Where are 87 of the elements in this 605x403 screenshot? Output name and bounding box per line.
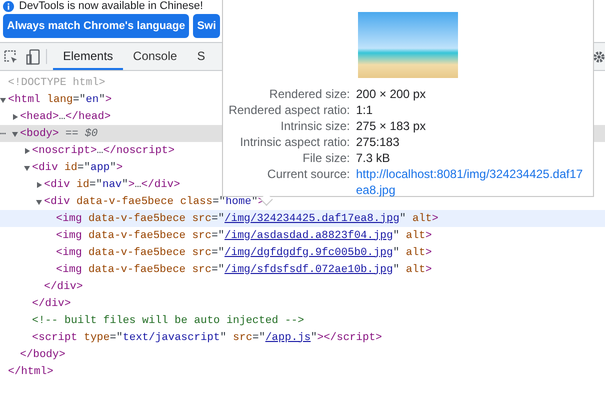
attribute-name: lang xyxy=(46,94,73,106)
property-label: Rendered size: xyxy=(268,86,350,102)
attribute-name: data-v-fae5bece xyxy=(75,196,174,208)
code-punctuation: " xyxy=(110,162,116,174)
code-punctuation: =" xyxy=(212,246,224,258)
html-tag: <head> xyxy=(20,110,59,122)
html-tag: </head> xyxy=(65,110,111,122)
html-tag: <img xyxy=(56,212,82,224)
html-tag: <noscript> xyxy=(32,144,97,156)
code-punctuation: " xyxy=(392,230,400,242)
html-tag: > xyxy=(128,178,135,190)
html-tag: <div xyxy=(32,162,58,174)
code-punctuation: =" xyxy=(89,178,102,190)
code-punctuation: =" xyxy=(212,264,224,276)
html-tag: > xyxy=(432,212,438,224)
attribute-name: alt xyxy=(404,264,426,276)
attribute-name: alt xyxy=(404,230,426,242)
attribute-name: alt xyxy=(411,212,432,224)
html-tag: <img xyxy=(56,264,82,276)
html-tag: <img xyxy=(56,246,82,258)
attribute-name: id xyxy=(75,178,90,190)
attribute-value: app xyxy=(90,162,110,174)
property-label: Rendered aspect ratio: xyxy=(228,102,350,118)
html-tag: <script xyxy=(32,332,78,344)
code-punctuation: =" xyxy=(72,94,86,106)
attribute-name: id xyxy=(63,162,78,174)
code-punctuation: " xyxy=(98,94,106,106)
attribute-name: src xyxy=(232,332,252,344)
html-tag: </div> xyxy=(141,178,180,190)
code-punctuation: =" xyxy=(212,230,224,242)
attribute-name: type xyxy=(82,332,110,344)
code-punctuation: " xyxy=(310,332,318,344)
property-label: Current source: xyxy=(266,166,350,183)
property-value: 275:183 xyxy=(356,134,400,150)
code-punctuation: =" xyxy=(252,332,266,344)
html-tag: > xyxy=(105,94,112,106)
console-reference: == $0 xyxy=(64,128,98,140)
code-punctuation: " xyxy=(392,264,400,276)
attribute-value: home xyxy=(225,196,252,208)
html-tag: > xyxy=(116,162,123,174)
html-tag: </noscript> xyxy=(103,144,175,156)
attribute-name: src xyxy=(191,212,212,224)
attribute-name: class xyxy=(179,196,212,208)
html-tag: > xyxy=(425,230,432,242)
code-punctuation: " xyxy=(122,178,128,190)
property-value: 7.3 kB xyxy=(356,150,392,166)
property-label: Intrinsic aspect ratio: xyxy=(238,134,350,150)
code-punctuation: " xyxy=(399,212,406,224)
code-punctuation: =" xyxy=(110,332,123,344)
attribute-name: src xyxy=(191,246,212,258)
attribute-name: src xyxy=(191,230,212,242)
code-punctuation: " xyxy=(220,332,226,344)
attribute-name: data-v-fae5bece xyxy=(87,230,186,242)
ellipsis-text: … xyxy=(96,144,104,156)
html-tag: </div> xyxy=(32,298,71,310)
info-message: DevTools is now available in Chinese! xyxy=(19,0,204,12)
property-label: Intrinsic size: xyxy=(280,118,350,134)
code-punctuation: =" xyxy=(212,212,224,224)
html-tag: <img xyxy=(56,230,82,242)
html-tag: <html xyxy=(8,94,40,106)
attribute-name: data-v-fae5bece xyxy=(87,264,186,276)
property-label: File size: xyxy=(302,150,350,166)
html-tag: <div xyxy=(44,178,70,190)
attribute-name: data-v-fae5bece xyxy=(87,246,186,258)
attribute-name: src xyxy=(191,264,212,276)
html-tag: ></script> xyxy=(317,332,382,344)
html-tag: </html> xyxy=(8,366,54,378)
attribute-value: nav xyxy=(102,178,122,190)
html-tag: > xyxy=(425,264,432,276)
attribute-value: en xyxy=(86,94,99,106)
html-comment: <!-- built files will be auto injected --> xyxy=(32,314,304,326)
html-tag: <body> xyxy=(20,128,59,140)
property-value: 200 × 200 px xyxy=(356,86,427,102)
code-punctuation: =" xyxy=(77,162,90,174)
html-tag: > xyxy=(425,246,432,258)
ellipsis-text: … xyxy=(58,110,66,122)
attribute-name: alt xyxy=(404,246,426,258)
code-punctuation: " xyxy=(392,246,400,258)
html-tag: </div> xyxy=(44,280,83,292)
html-tag: <div xyxy=(44,196,70,208)
doctype: <!DOCTYPE html> xyxy=(8,76,106,88)
html-tag: </body> xyxy=(20,348,66,360)
attribute-value: text/javascript xyxy=(122,332,220,344)
ellipsis-text: … xyxy=(134,178,142,190)
property-value: 1:1 xyxy=(356,102,374,118)
property-value: 275 × 183 px xyxy=(356,118,427,134)
attribute-name: data-v-fae5bece xyxy=(87,212,186,224)
